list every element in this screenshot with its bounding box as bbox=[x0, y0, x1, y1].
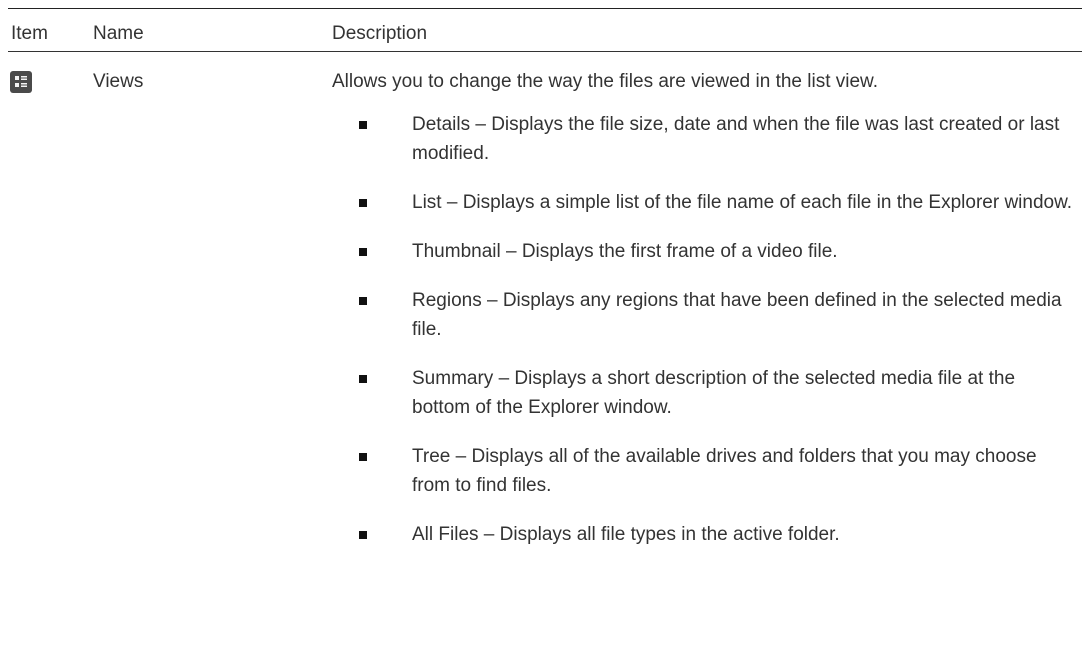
views-icon bbox=[10, 71, 32, 93]
list-item: Summary – Displays a short description o… bbox=[358, 364, 1078, 422]
bullet-text: Thumbnail – Displays the first frame of … bbox=[412, 241, 838, 262]
bullet-text: Regions – Displays any regions that have… bbox=[412, 290, 1062, 340]
row-description: Allows you to change the way the files a… bbox=[332, 71, 879, 92]
bullet-text: All Files – Displays all file types in t… bbox=[412, 524, 840, 545]
list-item: Thumbnail – Displays the first frame of … bbox=[358, 237, 1078, 266]
list-item: Details – Displays the file size, date a… bbox=[358, 110, 1078, 168]
bullet-icon bbox=[359, 297, 367, 305]
list-item: List – Displays a simple list of the fil… bbox=[358, 188, 1078, 217]
column-header-name: Name bbox=[93, 23, 144, 44]
bullet-icon bbox=[359, 375, 367, 383]
row-name: Views bbox=[93, 71, 144, 92]
list-item: Regions – Displays any regions that have… bbox=[358, 286, 1078, 344]
bullet-text: Details – Displays the file size, date a… bbox=[412, 114, 1060, 164]
bullet-icon bbox=[359, 531, 367, 539]
bullet-text: Tree – Displays all of the available dri… bbox=[412, 446, 1037, 496]
bullet-text: Summary – Displays a short description o… bbox=[412, 368, 1016, 418]
list-item: All Files – Displays all file types in t… bbox=[358, 520, 1078, 549]
bullet-icon bbox=[359, 453, 367, 461]
bullet-icon bbox=[359, 121, 367, 129]
list-item: Tree – Displays all of the available dri… bbox=[358, 442, 1078, 500]
bullet-icon bbox=[359, 199, 367, 207]
bullet-icon bbox=[359, 248, 367, 256]
column-header-description: Description bbox=[332, 23, 428, 44]
table-top-rule bbox=[8, 8, 1082, 9]
bullet-text: List – Displays a simple list of the fil… bbox=[412, 192, 1073, 213]
views-options-list: Details – Displays the file size, date a… bbox=[358, 110, 1078, 569]
column-header-item: Item bbox=[11, 23, 48, 44]
table-header-rule bbox=[8, 51, 1082, 52]
